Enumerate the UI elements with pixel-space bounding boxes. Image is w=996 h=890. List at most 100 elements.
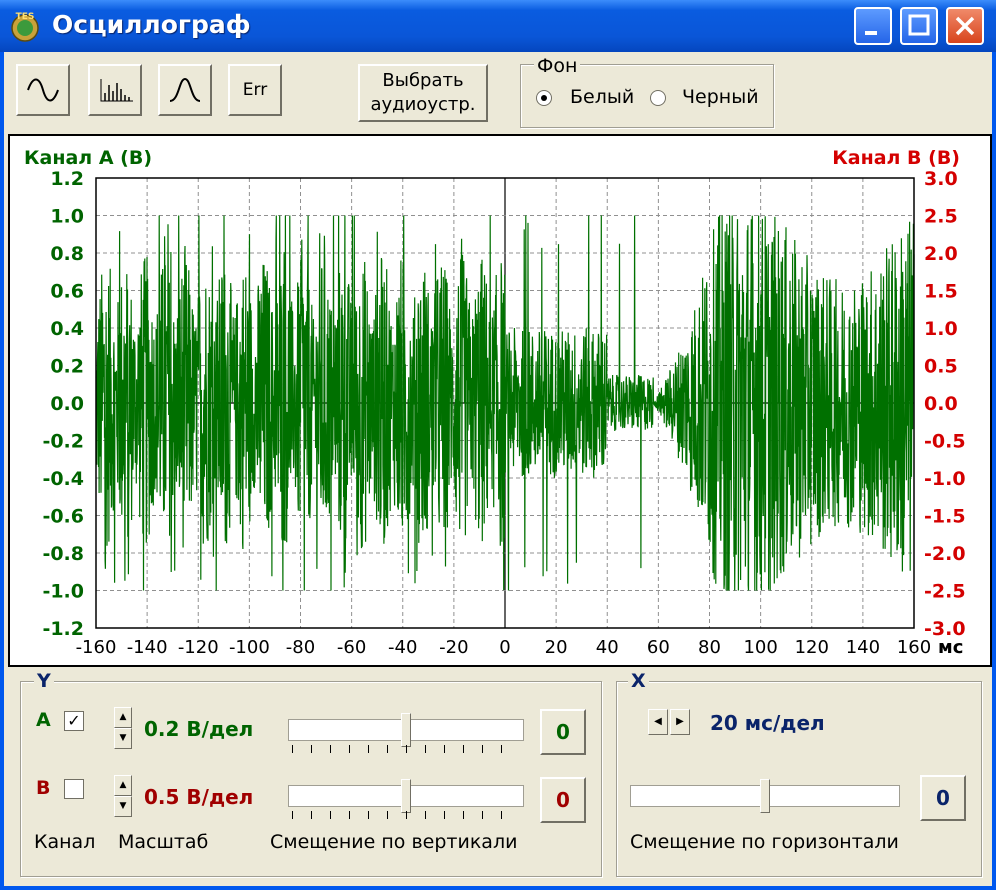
channel-column-label: Канал <box>34 831 96 853</box>
right-tick-label: 2.0 <box>924 243 958 265</box>
client-area: Err Выбрать аудиоустр. Фон Белый Черный … <box>4 52 992 886</box>
left-tick-label: 1.2 <box>50 168 84 190</box>
spectrum-button[interactable] <box>88 64 142 116</box>
right-tick-label: -1.5 <box>924 506 966 528</box>
left-tick-label: 0.2 <box>50 356 84 378</box>
x-tick-label: -100 <box>229 637 270 658</box>
channel-a-scale-spinner[interactable]: ▲ ▼ <box>114 707 132 751</box>
toolbar: Err Выбрать аудиоустр. Фон Белый Черный <box>4 52 992 134</box>
spin-up-icon[interactable]: ▲ <box>114 707 132 728</box>
minimize-button[interactable] <box>854 7 892 45</box>
close-icon <box>955 16 975 36</box>
left-tick-label: -0.4 <box>42 468 84 490</box>
slider-thumb[interactable] <box>760 779 770 813</box>
left-tick-label: -0.8 <box>42 543 84 565</box>
waveform-chart: Канал A (B) Канал B (B) 1.2 1.0 0.8 0.6 0.4 0… <box>24 147 966 658</box>
app-logo-text: TES <box>16 12 35 22</box>
slider-thumb[interactable] <box>401 713 411 747</box>
right-tick-label: -0.5 <box>924 431 966 453</box>
maximize-button[interactable] <box>900 7 938 45</box>
left-tick-label: 0.6 <box>50 281 84 303</box>
minimize-icon <box>865 31 877 35</box>
x-tick-label: -60 <box>337 637 366 658</box>
left-tick-label: 1.0 <box>50 206 84 228</box>
channel-b-scale: 0.5 В/дел <box>144 785 254 809</box>
left-tick-label: 0.4 <box>50 318 84 340</box>
x-tick-label: 20 <box>545 637 568 658</box>
x-scale-increase-button[interactable]: ▶ <box>670 709 690 735</box>
x-tick-label: -120 <box>178 637 219 658</box>
spin-down-icon[interactable]: ▼ <box>114 728 132 749</box>
error-button[interactable]: Err <box>228 64 282 116</box>
x-tick-label: 100 <box>743 637 777 658</box>
oscilloscope-window: TES Осциллограф Err Выбрать аудиоустр. Ф… <box>0 0 996 890</box>
channel-b-checkbox[interactable] <box>64 779 84 799</box>
channel-a-offset-value[interactable]: 0 <box>540 709 586 755</box>
x-axis-unit: мс <box>938 637 963 658</box>
x-tick-label: 40 <box>596 637 619 658</box>
x-tick-label: 140 <box>846 637 880 658</box>
right-tick-label: 1.0 <box>924 318 958 340</box>
channel-b-label: B <box>36 777 51 799</box>
channel-a-label: A <box>36 709 51 731</box>
spin-up-icon[interactable]: ▲ <box>114 775 132 796</box>
channel-b-axis-title: Канал B (B) <box>832 147 960 169</box>
x-tick-label: 160 <box>897 637 931 658</box>
x-tick-label: -40 <box>388 637 417 658</box>
channel-b-offset-slider[interactable] <box>288 779 528 819</box>
x-tick-label: 80 <box>698 637 721 658</box>
horizontal-offset-value[interactable]: 0 <box>920 775 966 821</box>
app-logo-icon: TES <box>11 12 39 42</box>
right-tick-label: -1.0 <box>924 468 966 490</box>
sine-wave-button[interactable] <box>16 64 70 116</box>
channel-a-axis-title: Канал A (B) <box>24 147 152 169</box>
pulse-icon <box>169 77 201 102</box>
x-scale-decrease-button[interactable]: ◀ <box>648 709 668 735</box>
x-panel-legend: X <box>628 671 649 691</box>
channel-a-offset-slider[interactable] <box>288 713 528 753</box>
x-tick-label: -160 <box>76 637 117 658</box>
right-tick-label: 0.5 <box>924 356 958 378</box>
title-bar[interactable]: TES Осциллограф <box>0 0 996 52</box>
right-tick-label: 2.5 <box>924 206 958 228</box>
vertical-offset-label: Смещение по вертикали <box>270 831 518 853</box>
channel-b-offset-value[interactable]: 0 <box>540 777 586 823</box>
pulse-button[interactable] <box>158 64 212 116</box>
x-scale: 20 мс/дел <box>710 711 825 735</box>
spectrum-icon <box>100 79 133 102</box>
right-tick-label: 0.0 <box>924 393 958 415</box>
spin-down-icon[interactable]: ▼ <box>114 796 132 817</box>
channel-a-scale: 0.2 В/дел <box>144 717 254 741</box>
radio-white[interactable] <box>536 90 552 106</box>
left-tick-label: -1.0 <box>42 581 84 603</box>
right-tick-label: 3.0 <box>924 168 958 190</box>
close-button[interactable] <box>946 7 984 45</box>
x-tick-label: 60 <box>647 637 670 658</box>
right-tick-label: -2.0 <box>924 543 966 565</box>
channel-b-scale-spinner[interactable]: ▲ ▼ <box>114 775 132 819</box>
oscilloscope-display: Канал A (B) Канал B (B) 1.2 1.0 0.8 0.6 0.4 0… <box>8 134 992 667</box>
background-legend: Фон <box>534 56 581 76</box>
left-tick-label: 0.0 <box>50 393 84 415</box>
select-audio-device-button[interactable]: Выбрать аудиоустр. <box>358 64 488 122</box>
horizontal-offset-slider[interactable] <box>630 779 904 815</box>
x-tick-label: -80 <box>286 637 315 658</box>
channel-a-checkbox[interactable]: ✓ <box>64 711 84 731</box>
device-button-line2: аудиоустр. <box>370 94 476 115</box>
x-tick-label: -20 <box>439 637 468 658</box>
radio-black-label[interactable]: Черный <box>682 86 759 108</box>
left-tick-label: -0.2 <box>42 431 84 453</box>
window-title: Осциллограф <box>52 10 251 39</box>
radio-black[interactable] <box>650 90 666 106</box>
device-button-line1: Выбрать <box>382 70 464 91</box>
y-panel-legend: Y <box>34 671 54 691</box>
left-tick-label: 0.8 <box>50 243 84 265</box>
maximize-icon <box>908 14 930 36</box>
radio-white-label[interactable]: Белый <box>570 86 634 108</box>
slider-thumb[interactable] <box>401 779 411 813</box>
left-tick-label: -0.6 <box>42 506 84 528</box>
right-tick-label: 1.5 <box>924 281 958 303</box>
control-panel: Y A ✓ ▲ ▼ 0.2 В/дел 0 B ▲ ▼ 0.5 В/дел 0 Ка… <box>4 667 992 886</box>
x-tick-label: -140 <box>127 637 168 658</box>
error-button-label: Err <box>242 80 268 100</box>
